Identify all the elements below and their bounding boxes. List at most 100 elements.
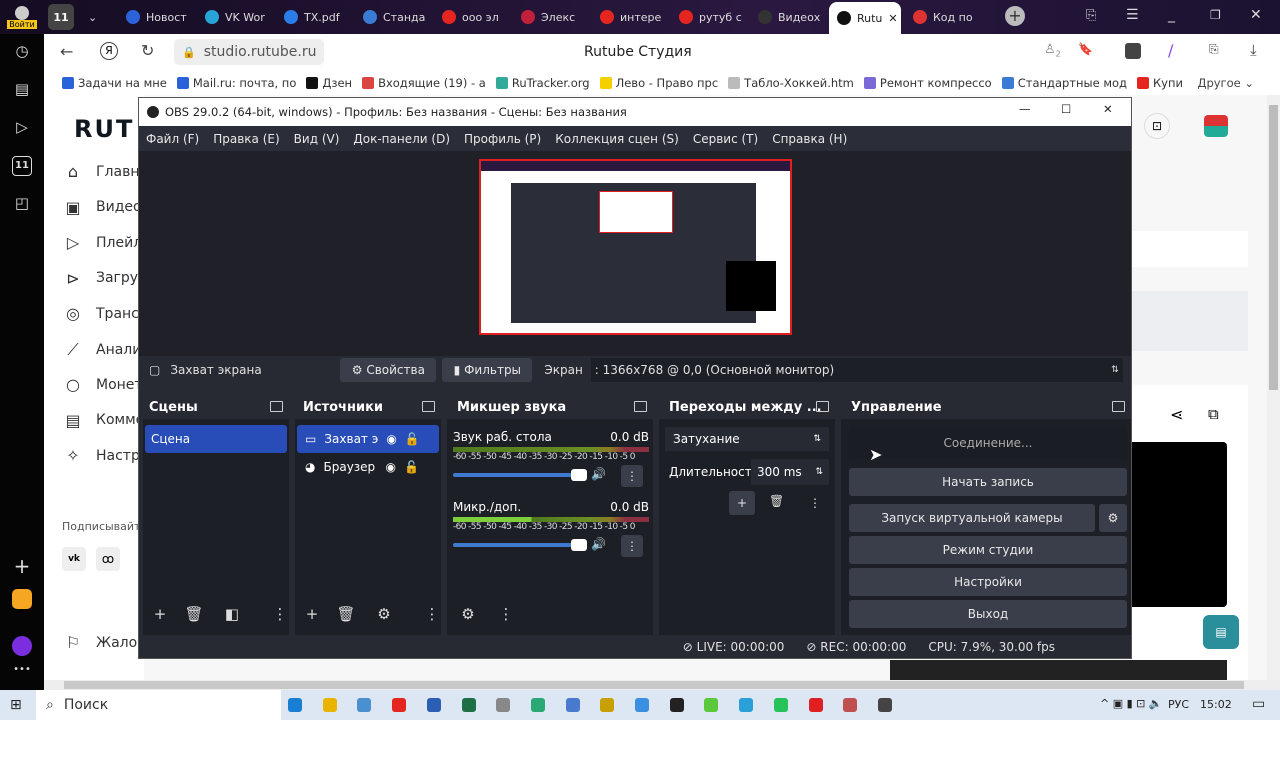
taskbar-app-icon[interactable] (392, 698, 407, 712)
horizontal-scrollbar[interactable] (44, 680, 1280, 690)
external-link-icon[interactable]: ⧉ (1208, 405, 1219, 423)
scene-filters-button[interactable]: ◧ (221, 605, 243, 623)
back-icon[interactable]: ← (60, 42, 73, 61)
language-indicator[interactable]: РУС (1168, 698, 1189, 711)
obs-minimize-button[interactable]: — (1019, 102, 1031, 116)
history-icon[interactable]: ◷ (12, 42, 32, 62)
browser-tab[interactable]: Элекс (513, 4, 588, 30)
undock-icon[interactable] (1112, 401, 1125, 412)
taskbar-app-icon[interactable] (288, 698, 302, 712)
spin-icon[interactable]: ⇅ (815, 467, 823, 477)
menu-icon[interactable]: ☰ (1126, 7, 1139, 23)
rutube-nav-item[interactable]: ▷ Плейлі (62, 233, 146, 252)
collections-icon[interactable]: ▤ (12, 80, 32, 100)
undock-icon[interactable] (816, 401, 829, 412)
bookmark-icon[interactable]: 🔖 (1078, 42, 1093, 56)
filters-button[interactable]: ▮ Фильтры (442, 358, 533, 382)
undock-icon[interactable] (634, 401, 647, 412)
bookmark-item[interactable]: Входящие (19) - а (362, 76, 486, 90)
share-page-icon[interactable]: ⎘ (1209, 42, 1219, 57)
yandex-icon[interactable]: Я (100, 42, 118, 60)
rutube-nav-item[interactable]: ○ Монет (62, 375, 143, 394)
volume-slider[interactable] (453, 469, 587, 481)
mixer-more-button[interactable]: ⋮ (495, 605, 517, 623)
lock-icon[interactable]: 🔓 (405, 432, 420, 446)
download-icon[interactable]: ⤓ (1250, 41, 1257, 59)
taskbar-app-icon[interactable] (635, 698, 649, 712)
speaker-icon[interactable]: 🔊 (591, 537, 606, 551)
bookmark-item[interactable]: Дзен (306, 76, 352, 90)
new-tab-button[interactable]: + (1005, 6, 1025, 26)
taskbar-app-icon[interactable] (600, 698, 615, 712)
rutube-nav-item[interactable]: ▣ Видео (62, 198, 141, 217)
rutube-nav-item[interactable]: ⌂ Главна (62, 162, 148, 181)
undock-icon[interactable] (422, 401, 435, 412)
bookmark-panel-icon[interactable]: ⎘ (1086, 8, 1096, 23)
obs-menu-item[interactable]: Коллекция сцен (S) (548, 132, 686, 146)
bookmark-item[interactable]: Табло-Хоккей.htm (728, 76, 854, 90)
bookmark-item[interactable]: Ремонт компрессо (863, 76, 992, 90)
browser-tab[interactable]: рутуб с (671, 4, 746, 30)
transition-more-button[interactable]: ⋮ (803, 491, 827, 515)
bookmark-item[interactable]: RuTracker.org (495, 76, 590, 90)
browser-tab[interactable]: TX.pdf (276, 4, 351, 30)
source-item[interactable]: ▭Захват эк◉🔓 (297, 425, 439, 453)
taskbar-app-icon[interactable] (808, 698, 823, 712)
taskbar-app-icon[interactable] (843, 698, 858, 712)
speaker-icon[interactable]: 🔊 (591, 467, 606, 481)
settings-button[interactable]: Настройки (849, 568, 1127, 596)
obs-menu-item[interactable]: Справка (H) (765, 132, 854, 146)
complaint-link[interactable]: ⚐ Жалоб (62, 633, 146, 652)
notifications-icon[interactable]: ▭ (1252, 696, 1265, 712)
obs-menu-item[interactable]: Файл (F) (139, 132, 206, 146)
obs-close-button[interactable]: ✕ (1103, 102, 1113, 116)
preview-canvas[interactable] (139, 151, 1131, 356)
start-recording-button[interactable]: Начать запись (849, 468, 1127, 496)
create-button[interactable]: ⊡ (1144, 113, 1170, 139)
taskbar-app-icon[interactable] (357, 698, 372, 712)
obs-menu-item[interactable]: Вид (V) (287, 132, 347, 146)
add-source-button[interactable]: + (301, 605, 323, 623)
pen-icon[interactable]: ∕ (1168, 41, 1173, 60)
rutube-nav-item[interactable]: ⟋ Аналит (62, 340, 149, 360)
tab-groups-button[interactable]: 11 (48, 4, 74, 30)
bookmark-item[interactable]: Mail.ru: почта, по (176, 76, 296, 90)
browser-tab[interactable]: Видеох (750, 4, 825, 30)
obs-menu-item[interactable]: Профиль (P) (457, 132, 548, 146)
chat-button[interactable]: ▤ (1203, 615, 1239, 649)
browser-tab[interactable]: Станда (355, 4, 430, 30)
browser-tab[interactable]: интере (592, 4, 667, 30)
bookmark-item[interactable]: Стандартные мод (1001, 76, 1127, 90)
extension-icon[interactable] (1125, 43, 1141, 59)
undock-icon[interactable] (270, 401, 283, 412)
url-field[interactable]: 🔒 studio.rutube.ru (174, 39, 324, 65)
obs-maximize-button[interactable]: ☐ (1061, 102, 1071, 116)
taskbar-app-icon[interactable] (565, 698, 580, 712)
rutube-nav-item[interactable]: ⊳ Загруз (62, 269, 145, 288)
delete-transition-button[interactable]: 🗑 (769, 494, 784, 508)
browser-tab[interactable]: VK Wor (197, 4, 272, 30)
duration-spinbox[interactable]: 300 ms ⇅ (751, 459, 829, 485)
lock-icon[interactable]: 🔓 (404, 460, 419, 474)
bookmark-item[interactable]: Лево - Право прс (599, 76, 718, 90)
browser-tab[interactable]: ооо эл (434, 4, 509, 30)
taskbar-app-icon[interactable] (461, 698, 476, 712)
obs-menu-item[interactable]: Док-панели (D) (346, 132, 457, 146)
clock[interactable]: 15:02 (1200, 698, 1232, 711)
source-properties-button[interactable]: ⚙ (373, 605, 395, 623)
source-more-button[interactable]: ⋮ (421, 605, 443, 623)
studio-mode-button[interactable]: Режим студии (849, 536, 1127, 564)
scene-more-button[interactable]: ⋮ (269, 605, 291, 623)
user-avatar[interactable] (1204, 115, 1228, 137)
add-icon[interactable]: + (12, 554, 32, 578)
eye-icon[interactable]: ◉ (385, 460, 395, 474)
profile-login[interactable]: Войти (2, 4, 42, 30)
start-virtual-camera-button[interactable]: Запуск виртуальной камеры (849, 504, 1095, 532)
start-streaming-button[interactable]: Соединение... (849, 427, 1127, 459)
mixer-settings-button[interactable]: ⚙ (457, 605, 479, 623)
share-icon[interactable]: ⋖ (1170, 405, 1183, 424)
taskbar-app-icon[interactable] (704, 698, 719, 712)
screenshot-icon[interactable]: ◰ (12, 194, 32, 214)
alice-icon[interactable] (12, 636, 32, 656)
taskbar-app-icon[interactable] (773, 698, 788, 712)
